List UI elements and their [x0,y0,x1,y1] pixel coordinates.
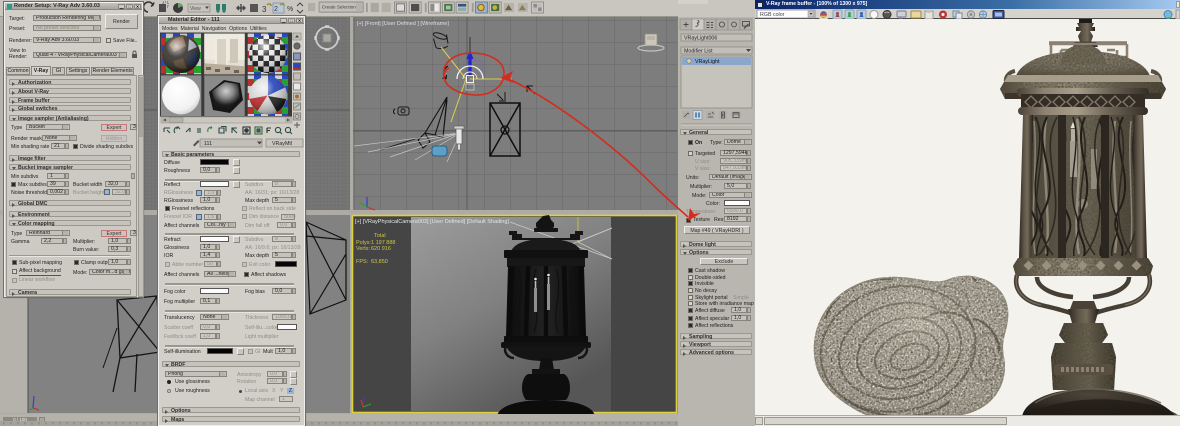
svg-text:View: View [190,6,201,12]
svg-text:2: 2 [274,6,278,13]
svg-text:%: % [287,6,293,13]
svg-text:VRayMtl: VRayMtl [272,141,292,147]
svg-text:Modifier List: Modifier List [684,49,713,55]
svg-text:111: 111 [204,141,212,147]
svg-text:RGB color: RGB color [760,12,785,18]
svg-text:3: 3 [262,5,267,14]
svg-text:VRayLight006: VRayLight006 [684,36,717,42]
svg-text:VRayLight: VRayLight [695,59,720,65]
